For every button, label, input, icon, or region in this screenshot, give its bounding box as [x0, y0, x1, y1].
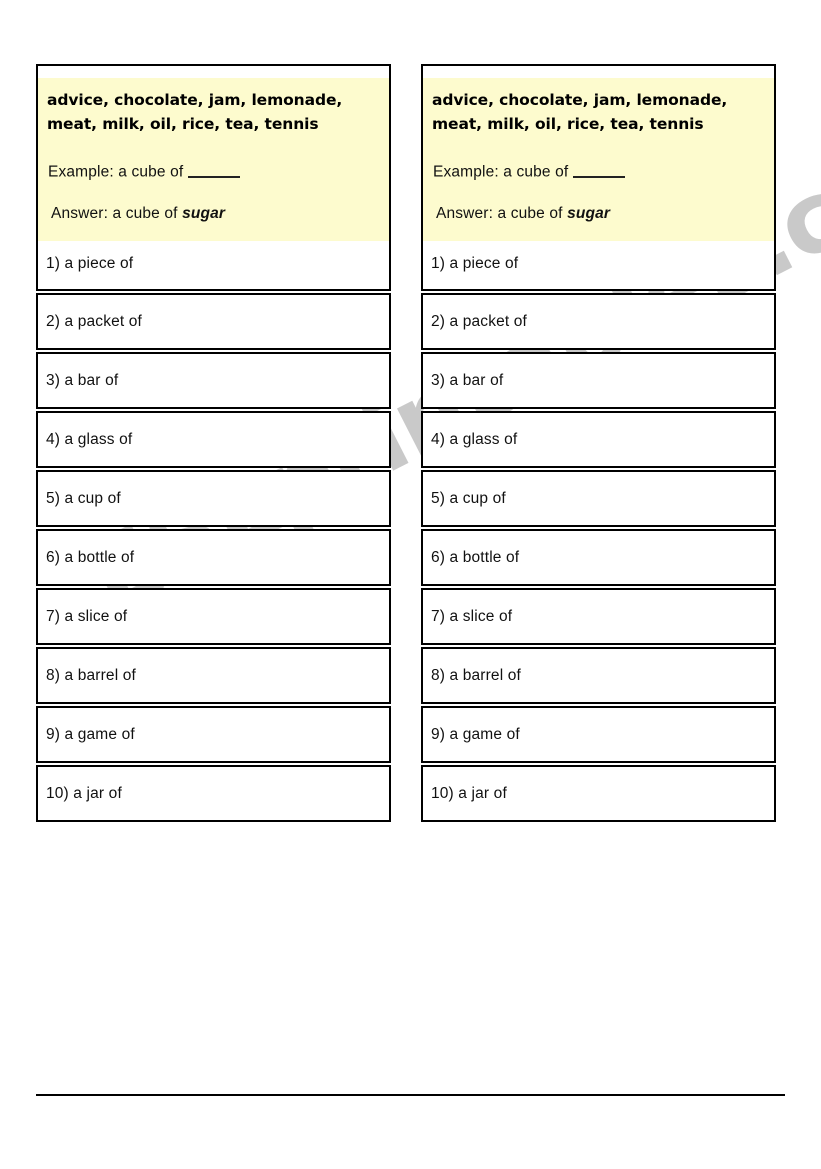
list-item[interactable]: 8) a barrel of — [36, 647, 391, 705]
word-bank-panel: advice, chocolate, jam, lemonade, meat, … — [38, 78, 389, 242]
list-item[interactable]: 2) a packet of — [421, 293, 776, 351]
word-bank-line-1: advice, chocolate, jam, lemonade, — [432, 91, 728, 109]
example-blank[interactable] — [572, 161, 625, 179]
list-item[interactable]: 5) a cup of — [36, 470, 391, 528]
answer-line: Answer: a cube of sugar — [46, 182, 381, 227]
list-item[interactable]: 4) a glass of — [421, 411, 776, 469]
example-line: Example: a cube of — [46, 139, 381, 182]
list-item-label: 7) a slice of — [431, 607, 513, 625]
list-item-label: 6) a bottle of — [431, 548, 520, 566]
list-item-label: 5) a cup of — [46, 489, 121, 507]
answer-line: Answer: a cube of sugar — [431, 182, 766, 227]
list-item-label: 8) a barrel of — [431, 666, 521, 684]
answer-label: Answer: a cube of — [436, 204, 568, 222]
list-item[interactable]: 9) a game of — [421, 706, 776, 764]
list-item-label: 1) a piece of — [431, 255, 519, 273]
list-item-label: 8) a barrel of — [46, 666, 136, 684]
example-label: Example: a cube of — [433, 163, 573, 181]
word-bank-line-1: advice, chocolate, jam, lemonade, — [47, 91, 343, 109]
list-item-label: 9) a game of — [46, 725, 135, 743]
list-item[interactable]: 6) a bottle of — [36, 529, 391, 587]
word-bank-line-2: meat, milk, oil, rice, tea, tennis — [432, 115, 704, 134]
list-item-label: 2) a packet of — [46, 312, 143, 330]
list-item[interactable]: 3) a bar of — [421, 352, 776, 410]
word-bank-panel: advice, chocolate, jam, lemonade, meat, … — [423, 78, 774, 242]
list-item-label: 9) a game of — [431, 725, 520, 743]
list-item-label: 5) a cup of — [431, 489, 506, 507]
answer-label: Answer: a cube of — [51, 204, 183, 222]
list-item[interactable]: 1) a piece of — [423, 241, 774, 290]
example-line: Example: a cube of — [431, 139, 766, 182]
list-item-label: 2) a packet of — [431, 312, 528, 330]
list-item[interactable]: 6) a bottle of — [421, 529, 776, 587]
list-item[interactable]: 10) a jar of — [421, 765, 776, 823]
list-item-label: 4) a glass of — [431, 430, 518, 448]
worksheet-page: ESLprintables.com advice, chocolate, jam… — [0, 0, 821, 1169]
footer-divider — [36, 1094, 785, 1096]
worksheet-copy-left: advice, chocolate, jam, lemonade, meat, … — [36, 64, 391, 823]
list-item[interactable]: 3) a bar of — [36, 352, 391, 410]
list-item[interactable]: 8) a barrel of — [421, 647, 776, 705]
example-blank[interactable] — [187, 161, 240, 179]
header-box: advice, chocolate, jam, lemonade, meat, … — [421, 64, 776, 292]
list-item-label: 1) a piece of — [46, 255, 134, 273]
list-item-label: 10) a jar of — [431, 784, 507, 802]
list-item[interactable]: 7) a slice of — [421, 588, 776, 646]
list-item-label: 3) a bar of — [431, 371, 504, 389]
list-item-label: 6) a bottle of — [46, 548, 135, 566]
list-item[interactable]: 4) a glass of — [36, 411, 391, 469]
word-bank-line-2: meat, milk, oil, rice, tea, tennis — [47, 115, 319, 134]
list-item-label: 10) a jar of — [46, 784, 122, 802]
list-item-label: 7) a slice of — [46, 607, 128, 625]
header-box: advice, chocolate, jam, lemonade, meat, … — [36, 64, 391, 292]
example-label: Example: a cube of — [48, 163, 188, 181]
list-item[interactable]: 10) a jar of — [36, 765, 391, 823]
list-item-label: 4) a glass of — [46, 430, 133, 448]
list-item[interactable]: 1) a piece of — [38, 241, 389, 290]
list-item[interactable]: 7) a slice of — [36, 588, 391, 646]
list-item-label: 3) a bar of — [46, 371, 119, 389]
list-item[interactable]: 5) a cup of — [421, 470, 776, 528]
worksheet-copy-right: advice, chocolate, jam, lemonade, meat, … — [421, 64, 776, 823]
answer-word: sugar — [182, 204, 226, 222]
answer-word: sugar — [567, 204, 611, 222]
list-item[interactable]: 9) a game of — [36, 706, 391, 764]
list-item[interactable]: 2) a packet of — [36, 293, 391, 351]
